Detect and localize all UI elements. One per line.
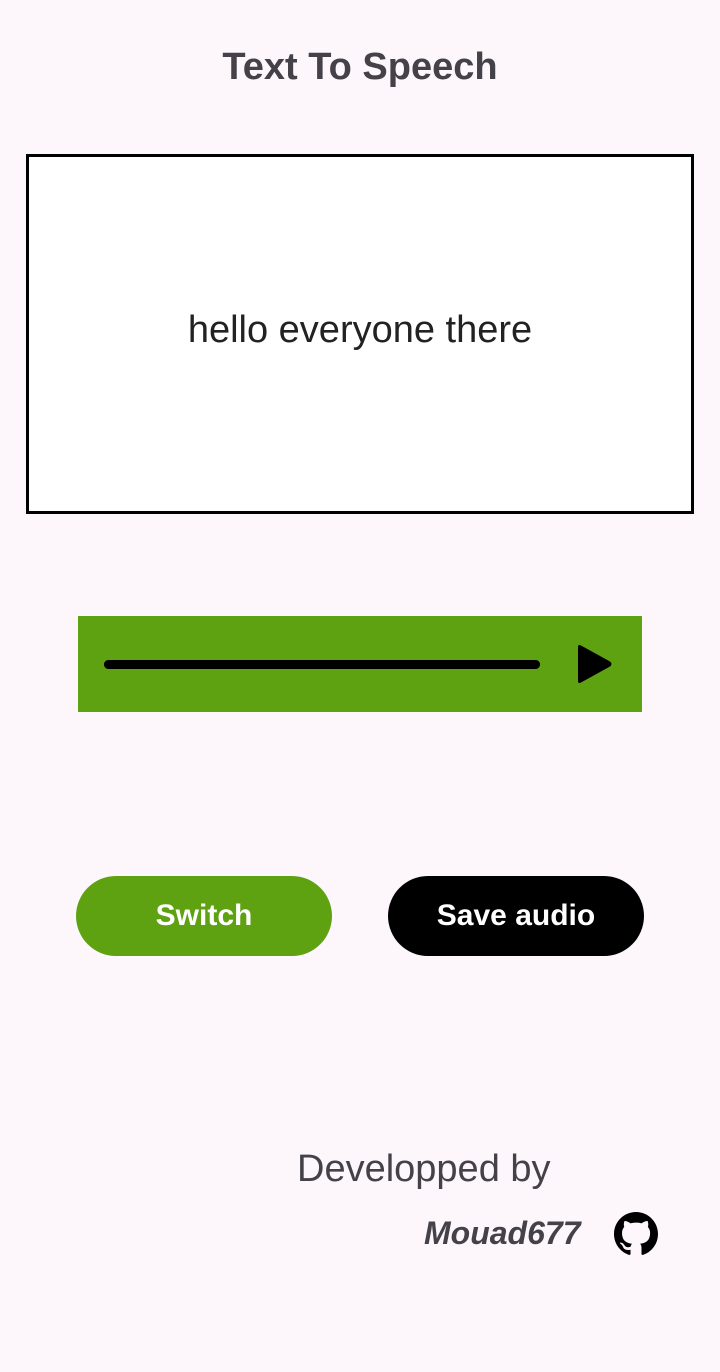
text-input-area[interactable]: hello everyone there (26, 154, 694, 514)
progress-track[interactable] (104, 660, 540, 669)
page-title: Text To Speech (222, 46, 498, 88)
author-name: Mouad677 (424, 1215, 581, 1251)
save-audio-button[interactable]: Save audio (388, 876, 644, 956)
switch-button[interactable]: Switch (76, 876, 332, 956)
developed-by-label: Developped by (297, 1148, 551, 1190)
play-icon[interactable] (574, 643, 614, 685)
text-input-value[interactable]: hello everyone there (188, 308, 532, 352)
audio-player (78, 616, 642, 712)
progress-fill (104, 660, 540, 669)
github-icon[interactable] (614, 1212, 658, 1256)
